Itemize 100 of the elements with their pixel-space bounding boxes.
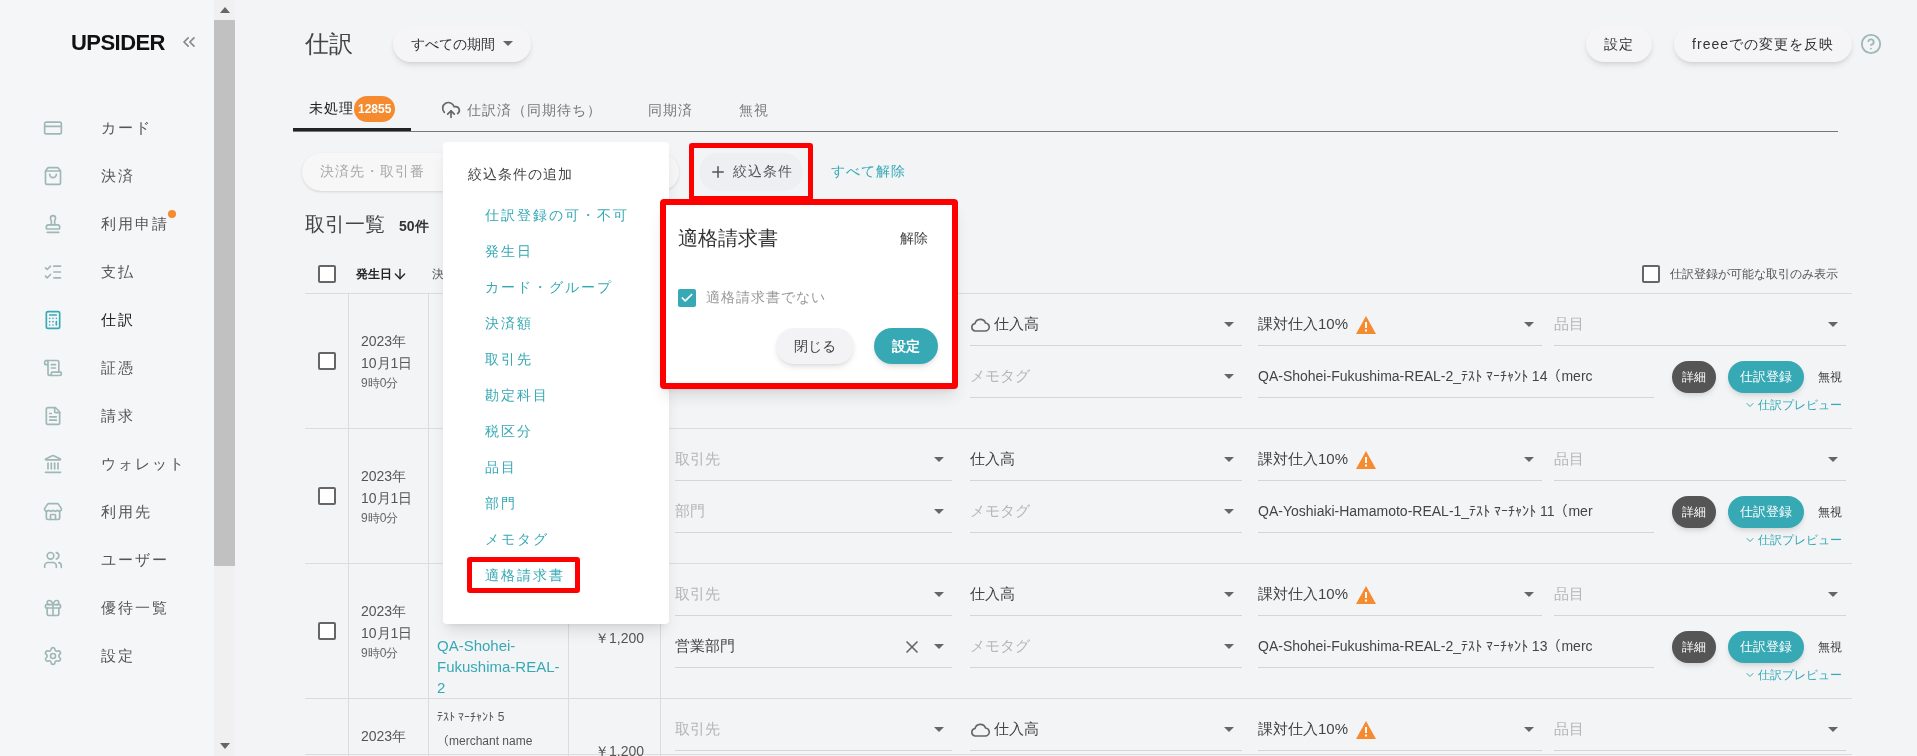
sidebar-item[interactable]: 証憑 <box>43 344 214 392</box>
date-text: 10月1日 <box>361 624 414 643</box>
caret-icon <box>1224 456 1234 463</box>
date-text: 10月1日 <box>361 354 414 373</box>
bank-icon <box>43 454 63 474</box>
receipt-icon <box>43 358 63 378</box>
select-field[interactable]: 仕入高 <box>970 304 1242 346</box>
text-field[interactable]: QA-Yoshiaki-Hamamoto-REAL-1_ﾃｽﾄ ﾏｰﾁｬﾝﾄ 11（mer <box>1258 491 1654 533</box>
sidebar-item[interactable]: カード <box>43 104 214 152</box>
caret-icon <box>934 591 944 598</box>
checkbox[interactable] <box>317 352 336 370</box>
ignore-button[interactable]: 無視 <box>1816 361 1844 393</box>
sidebar-item[interactable]: 設定 <box>43 632 214 680</box>
caret-icon <box>934 508 944 515</box>
settings-button[interactable]: 設定 <box>1586 26 1653 62</box>
sidebar-item[interactable]: 決済 <box>43 152 214 200</box>
sidebar-item[interactable]: 優待一覧 <box>43 584 214 632</box>
caret-icon <box>1524 456 1534 463</box>
settings-icon <box>43 646 63 666</box>
caret-icon <box>1224 591 1234 598</box>
caret-icon <box>934 643 944 650</box>
column-header[interactable]: 発生日 <box>348 264 428 283</box>
text-field[interactable]: QA-Shohei-Fukushima-REAL-2_ﾃｽﾄ ﾏｰﾁｬﾝﾄ 14（merc <box>1258 356 1654 398</box>
sidebar-item[interactable]: 利用先 <box>43 488 214 536</box>
caret-icon <box>1524 726 1534 733</box>
menu-title: 絞込条件の追加 <box>467 165 573 184</box>
warning-icon <box>1356 585 1377 604</box>
detail-button[interactable]: 詳細 <box>1672 361 1716 393</box>
select-field[interactable]: 課対仕入10% <box>1258 304 1542 346</box>
tab[interactable]: 未処理 12855 <box>293 89 412 131</box>
cloud-upload-icon <box>441 100 462 120</box>
sidebar-item[interactable]: 利用申請 <box>43 200 214 248</box>
card-icon <box>43 118 63 138</box>
time-text: 9時0分 <box>361 645 400 662</box>
sidebar-item[interactable]: ユーザー <box>43 536 214 584</box>
sidebar-item[interactable]: ウォレット <box>43 440 214 488</box>
date-text: 2023年 <box>361 467 408 486</box>
period-dropdown[interactable]: すべての期間 <box>393 26 531 62</box>
calculator-icon <box>43 310 63 330</box>
checkbox[interactable] <box>678 288 696 307</box>
caret-icon <box>1524 321 1534 328</box>
item-count: 50件 <box>399 217 429 236</box>
detail-button[interactable]: 詳細 <box>1672 496 1716 528</box>
logo: UPSIDER <box>71 28 165 57</box>
select-field[interactable]: 仕入高 <box>970 709 1242 751</box>
tab[interactable]: 無視 <box>723 89 786 131</box>
caret-icon <box>1828 456 1838 463</box>
text-field[interactable]: QA-Shohei-Fukushima-REAL-2_ﾃｽﾄ ﾏｰﾁｬﾝﾄ 13（merc <box>1258 626 1654 668</box>
cloud-icon <box>970 317 990 332</box>
date-text: 2023年 <box>361 602 408 621</box>
caret-icon <box>1224 373 1234 380</box>
caret-icon <box>1828 321 1838 328</box>
warning-icon <box>1356 450 1377 469</box>
sync-button[interactable]: freeeでの変更を反映 <box>1674 26 1852 62</box>
time-text: 9時0分 <box>361 375 400 392</box>
select-field[interactable]: 課対仕入10% <box>1258 574 1542 616</box>
select-field[interactable]: 営業部門 <box>675 626 952 668</box>
checkbox[interactable] <box>317 622 336 640</box>
tab[interactable]: 同期済 <box>632 89 710 131</box>
ignore-button[interactable]: 無視 <box>1816 496 1844 528</box>
document-icon <box>43 406 63 426</box>
checkbox[interactable] <box>317 264 336 283</box>
select-field[interactable]: 仕入高 <box>970 439 1242 481</box>
scrollbar[interactable] <box>214 0 235 756</box>
caret-icon <box>1224 508 1234 515</box>
bag-icon <box>43 166 63 186</box>
store-icon <box>43 502 63 522</box>
select-field[interactable]: 課対仕入10% <box>1258 439 1542 481</box>
close-button[interactable]: 閉じる <box>776 328 854 364</box>
sidebar-item[interactable]: 支払 <box>43 248 214 296</box>
reset-button[interactable]: 解除 <box>900 227 928 249</box>
detail-button[interactable]: 詳細 <box>1672 631 1716 663</box>
caret-icon <box>503 41 513 47</box>
ignore-button[interactable]: 無視 <box>1816 631 1844 663</box>
filter-button[interactable]: 絞込条件 <box>699 152 803 191</box>
sidebar-item[interactable]: 仕訳 <box>43 296 214 344</box>
checkbox[interactable] <box>1642 264 1660 283</box>
gift-icon <box>43 598 63 618</box>
warning-icon <box>1356 720 1377 739</box>
amount-text: ￥1,200 <box>594 628 644 648</box>
time-text: 9時0分 <box>361 510 400 527</box>
caret-icon <box>1828 591 1838 598</box>
checkbox[interactable] <box>317 487 336 505</box>
caret-icon <box>934 726 944 733</box>
users-icon <box>43 550 63 570</box>
date-text: 2023年 <box>361 727 408 746</box>
date-text: 2023年 <box>361 332 408 351</box>
select-field[interactable]: 課対仕入10% <box>1258 709 1542 751</box>
caret-icon <box>1828 726 1838 733</box>
select-field[interactable]: 仕入高 <box>970 574 1242 616</box>
date-text: 10月1日 <box>361 489 414 508</box>
caret-icon <box>934 456 944 463</box>
page-title: 仕訳 <box>305 29 353 59</box>
count-badge: 12855 <box>354 95 396 122</box>
tab[interactable]: 仕訳済（同期待ち） <box>425 89 619 131</box>
option-label: 適格請求書でない <box>706 288 826 307</box>
caret-icon <box>1524 591 1534 598</box>
list-title: 取引一覧 <box>305 212 385 237</box>
caret-icon <box>1224 726 1234 733</box>
sidebar-item[interactable]: 請求 <box>43 392 214 440</box>
